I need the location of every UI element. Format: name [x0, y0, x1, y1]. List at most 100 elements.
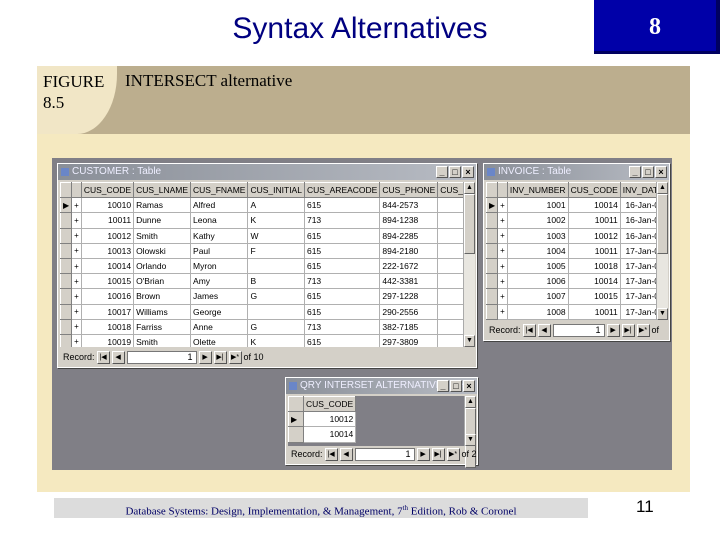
expand-icon[interactable]: + — [71, 273, 82, 290]
table-cell[interactable]: 1004 — [506, 242, 569, 259]
table-row[interactable]: +10014OrlandoMyron 615222-16720.00 — [60, 257, 463, 275]
column-header[interactable]: CUS_CODE — [302, 396, 357, 413]
column-header[interactable]: INV_NUMBER — [506, 182, 569, 199]
table-cell[interactable]: 10012 — [302, 411, 357, 428]
row-selector[interactable]: ▶ — [60, 197, 73, 214]
table-cell[interactable]: 345.86 — [437, 227, 463, 244]
table-cell[interactable]: W — [247, 227, 305, 244]
table-cell[interactable]: 10019 — [80, 333, 135, 347]
expand-icon[interactable]: + — [497, 288, 508, 305]
scroll-up-arrow[interactable]: ▲ — [465, 396, 476, 408]
table-cell[interactable]: 615 — [303, 197, 381, 214]
table-cell[interactable]: 297-1228 — [379, 288, 439, 305]
table-row[interactable]: +10041001117-Jan-06 — [486, 242, 656, 259]
table-cell[interactable]: 10010 — [80, 197, 135, 214]
table-cell[interactable]: Dunne — [133, 212, 192, 229]
column-header[interactable]: CUS_CODE — [567, 182, 621, 199]
row-selector[interactable] — [288, 426, 304, 443]
table-cell[interactable] — [247, 257, 305, 275]
row-selector[interactable] — [486, 212, 499, 229]
expand-icon[interactable]: + — [71, 318, 82, 335]
table-cell[interactable]: 222-1672 — [379, 257, 439, 275]
row-selector[interactable] — [60, 318, 73, 335]
table-cell[interactable]: 1002 — [506, 212, 569, 229]
close-button[interactable]: × — [463, 380, 475, 392]
expand-icon[interactable]: + — [71, 303, 82, 320]
table-row[interactable]: +10018FarrissAnneG713382-7185216.55 — [60, 318, 463, 335]
table-cell[interactable]: Orlando — [133, 257, 192, 275]
column-header[interactable]: CUS_INITIAL — [247, 182, 305, 199]
expand-icon[interactable]: + — [497, 273, 508, 290]
table-row[interactable]: ▶+10011001416-Jan-06 — [486, 197, 656, 214]
table-cell[interactable]: Brown — [133, 288, 192, 305]
next-record-button[interactable]: ▶ — [198, 350, 212, 364]
expand-icon[interactable]: + — [497, 257, 508, 275]
table-cell[interactable]: 894-2285 — [379, 227, 439, 244]
table-cell[interactable]: Kathy — [190, 227, 249, 244]
scroll-thumb[interactable] — [464, 194, 475, 254]
window-title-bar[interactable]: INVOICE : Table _ □ × — [484, 164, 669, 180]
last-record-button[interactable]: ▶| — [213, 350, 227, 364]
row-selector[interactable] — [60, 227, 73, 244]
expand-icon[interactable]: + — [497, 227, 508, 244]
minimize-button[interactable]: _ — [629, 166, 641, 178]
table-cell[interactable]: O'Brian — [133, 273, 192, 290]
table-row[interactable]: 10014 — [288, 426, 357, 443]
table-cell[interactable]: Anne — [190, 318, 249, 335]
table-cell[interactable]: 1006 — [506, 273, 569, 290]
table-cell[interactable]: 615 — [303, 333, 381, 347]
table-cell[interactable]: Ramas — [133, 197, 192, 214]
window-title-bar[interactable]: QRY INTERSET ALTERNATIVE : Sel... _ □ × — [286, 378, 477, 394]
table-cell[interactable]: George — [190, 303, 249, 320]
row-selector[interactable] — [60, 242, 73, 259]
table-cell[interactable]: Williams — [133, 303, 192, 320]
maximize-button[interactable]: □ — [642, 166, 654, 178]
minimize-button[interactable]: _ — [436, 166, 448, 178]
table-cell[interactable]: 10014 — [567, 273, 621, 290]
table-cell[interactable]: Smith — [133, 333, 192, 347]
query-results-window[interactable]: QRY INTERSET ALTERNATIVE : Sel... _ □ × CUS_… — [285, 377, 478, 468]
row-selector[interactable]: ▶ — [288, 411, 304, 428]
record-number-input[interactable]: 1 — [552, 323, 605, 337]
table-cell[interactable]: 1005 — [506, 257, 569, 275]
row-selector[interactable] — [486, 288, 499, 305]
expand-icon[interactable]: + — [71, 227, 82, 244]
row-selector[interactable] — [486, 303, 499, 320]
row-selector[interactable] — [60, 273, 73, 290]
row-selector[interactable] — [486, 257, 499, 275]
expand-icon[interactable]: + — [71, 257, 82, 275]
table-cell[interactable]: 713 — [303, 273, 381, 290]
table-cell[interactable]: 10013 — [80, 242, 135, 259]
table-cell[interactable] — [247, 303, 305, 320]
column-header[interactable]: INV_DATE — [619, 182, 656, 199]
table-cell[interactable]: Myron — [190, 257, 249, 275]
minimize-button[interactable]: _ — [437, 380, 449, 392]
table-cell[interactable]: 0.00 — [437, 212, 463, 229]
table-row[interactable]: +10016BrownJamesG615297-1228221.19 — [60, 288, 463, 305]
expand-icon[interactable]: + — [71, 333, 82, 347]
record-number-input[interactable]: 1 — [354, 447, 415, 461]
table-cell[interactable]: 1008 — [506, 303, 569, 320]
maximize-button[interactable]: □ — [450, 380, 462, 392]
table-cell[interactable]: 10014 — [567, 197, 621, 214]
table-cell[interactable]: Amy — [190, 273, 249, 290]
table-cell[interactable]: James — [190, 288, 249, 305]
table-cell[interactable]: 768.93 — [437, 303, 463, 320]
column-header[interactable]: CUS_PHONE — [379, 182, 439, 199]
table-cell[interactable]: 17-Jan-06 — [619, 288, 656, 305]
table-row[interactable]: +10021001116-Jan-06 — [486, 212, 656, 229]
expand-icon[interactable]: + — [71, 197, 82, 214]
next-record-button[interactable]: ▶ — [606, 323, 620, 337]
row-selector[interactable] — [486, 227, 499, 244]
table-cell[interactable]: K — [247, 212, 305, 229]
table-cell[interactable]: 0.00 — [437, 257, 463, 275]
window-title-bar[interactable]: CUSTOMER : Table _ □ × — [58, 164, 476, 180]
table-cell[interactable]: 10012 — [80, 227, 135, 244]
table-cell[interactable]: 382-7185 — [379, 318, 439, 335]
next-record-button[interactable]: ▶ — [416, 447, 430, 461]
table-cell[interactable]: 10016 — [80, 288, 135, 305]
scroll-down-arrow[interactable]: ▼ — [464, 335, 475, 347]
column-header[interactable]: CUS_AREACODE — [303, 182, 381, 199]
table-cell[interactable]: 0.00 — [437, 333, 463, 347]
table-cell[interactable]: 10012 — [567, 227, 621, 244]
